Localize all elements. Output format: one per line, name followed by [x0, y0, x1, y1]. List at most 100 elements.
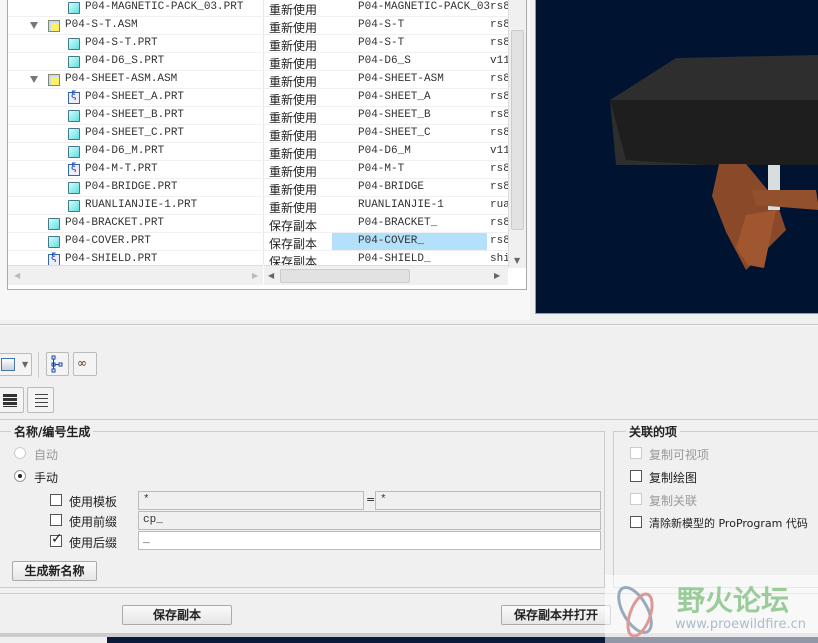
extra-cell: shi — [490, 253, 508, 265]
scroll-left-icon[interactable]: ◀ — [14, 271, 20, 280]
prefix-input[interactable]: cp_ — [138, 511, 601, 530]
extra-cell: rs8 — [490, 19, 508, 31]
new-name-cell[interactable]: P04-D6_M — [358, 145, 411, 157]
tree-row[interactable]: P04-MAGNETIC-PACK_03.PRT 重新使用 P04-MAGNETIC… — [8, 0, 508, 17]
new-name-cell[interactable]: P04-MAGNETIC-PACK_03 — [358, 1, 490, 13]
new-name-cell[interactable]: P04-SHEET_B — [358, 109, 431, 121]
action-cell[interactable]: 重新使用 — [269, 73, 317, 90]
tree-row[interactable]: P04-SHEET_A.PRT 重新使用 P04-SHEET_A rs8 — [8, 89, 508, 107]
display-style-dropdown[interactable]: ▼ — [0, 353, 32, 376]
template-from-input[interactable]: * — [138, 491, 364, 510]
save-copy-button[interactable]: 保存副本 — [122, 605, 232, 625]
tree-row[interactable]: P04-S-T.PRT 重新使用 P04-S-T rs8 — [8, 35, 508, 53]
copy-drawing-checkbox[interactable] — [630, 470, 642, 482]
action-cell[interactable]: 重新使用 — [269, 163, 317, 180]
tree-row[interactable]: P04-COVER.PRT 保存副本 P04-COVER_ rs8 — [8, 233, 508, 251]
tree-row[interactable]: RUANLIANJIE-1.PRT 重新使用 RUANLIANJIE-1 rua — [8, 197, 508, 215]
new-name-cell[interactable]: P04-BRIDGE — [358, 181, 424, 193]
use-suffix-checkbox[interactable]: ✓ — [50, 531, 63, 547]
expand-all-button[interactable] — [0, 387, 24, 413]
use-suffix-label: 使用后缀 — [69, 536, 118, 550]
new-name-cell[interactable]: P04-BRACKET_ — [358, 217, 437, 229]
part-icon — [68, 200, 80, 212]
model-name: P04-COVER.PRT — [65, 235, 151, 247]
suffix-input[interactable]: _ — [138, 531, 601, 550]
tree-row[interactable]: P04-M-T.PRT 重新使用 P04-M-T rs8 — [8, 161, 508, 179]
scroll-down-icon[interactable]: ▼ — [514, 256, 520, 265]
clear-proprogram-checkbox[interactable] — [630, 516, 642, 528]
new-name-cell[interactable]: P04-SHEET_A — [358, 91, 431, 103]
horizontal-scrollbar-right[interactable]: ◀ ▶ — [264, 265, 508, 285]
model-name: RUANLIANJIE-1.PRT — [85, 199, 198, 211]
action-cell[interactable]: 重新使用 — [269, 55, 317, 72]
model-name: P04-SHIELD.PRT — [65, 253, 158, 265]
tree-structure-icon — [51, 355, 63, 373]
generate-new-name-button[interactable]: 生成新名称 — [12, 561, 97, 581]
new-name-cell[interactable]: P04-S-T — [358, 19, 404, 31]
action-cell[interactable]: 重新使用 — [269, 127, 317, 144]
part-icon — [68, 2, 80, 14]
manual-radio[interactable] — [14, 470, 26, 482]
tree-view-button[interactable] — [46, 352, 69, 376]
new-name-cell[interactable]: P04-S-T — [358, 37, 404, 49]
part-icon — [48, 236, 60, 248]
model-name: P04-S-T.PRT — [85, 37, 158, 49]
extra-cell: v11 — [490, 145, 508, 157]
watermark-url: www.proewildfire.cn — [675, 617, 806, 632]
scroll-right-icon[interactable]: ▶ — [252, 271, 258, 280]
action-cell[interactable]: 重新使用 — [269, 91, 317, 108]
tree-row[interactable]: P04-SHEET_B.PRT 重新使用 P04-SHEET_B rs8 — [8, 107, 508, 125]
glasses-button[interactable]: ∞ — [73, 352, 97, 376]
tree-row[interactable]: P04-D6_S.PRT 重新使用 P04-D6_S v11 — [8, 53, 508, 71]
action-cell[interactable]: 重新使用 — [269, 145, 317, 162]
new-name-cell[interactable]: P04-D6_S — [358, 55, 411, 67]
save-copy-and-open-button[interactable]: 保存副本并打开 — [501, 605, 611, 625]
new-name-cell[interactable]: RUANLIANJIE-1 — [358, 199, 444, 211]
expand-triangle-icon[interactable] — [30, 22, 38, 29]
action-cell[interactable]: 重新使用 — [269, 109, 317, 126]
new-name-cell[interactable]: P04-SHEET_C — [358, 127, 431, 139]
extra-cell: rs8 — [490, 37, 508, 49]
horizontal-scrollbar-left[interactable]: ◀ ▶ — [8, 265, 263, 285]
expand-triangle-icon[interactable] — [30, 76, 38, 83]
template-to-input[interactable]: * — [375, 491, 601, 510]
model-name: P04-S-T.ASM — [65, 19, 138, 31]
action-cell[interactable]: 重新使用 — [269, 1, 317, 18]
tree-row[interactable]: P04-SHEET-ASM.ASM 重新使用 P04-SHEET-ASM rs8 — [8, 71, 508, 89]
copy-visible-checkbox[interactable] — [630, 447, 642, 459]
scrollbar-thumb[interactable] — [280, 269, 410, 283]
scrollbar-thumb[interactable] — [511, 30, 524, 230]
model-name: P04-SHEET-ASM.ASM — [65, 73, 178, 85]
extra-cell: rs8 — [490, 163, 508, 175]
new-name-cell[interactable]: P04-COVER_ — [358, 235, 424, 247]
auto-radio[interactable] — [14, 447, 26, 459]
vertical-scrollbar[interactable]: ▼ — [508, 0, 526, 268]
action-cell[interactable]: 重新使用 — [269, 181, 317, 198]
use-prefix-label: 使用前缀 — [69, 515, 118, 529]
model-name: P04-BRACKET.PRT — [65, 217, 165, 229]
new-name-cell[interactable]: P04-SHIELD_ — [358, 253, 431, 265]
new-name-cell[interactable]: P04-M-T — [358, 163, 404, 175]
new-name-cell[interactable]: P04-SHEET-ASM — [358, 73, 444, 85]
action-cell[interactable]: 重新使用 — [269, 199, 317, 216]
tree-row[interactable]: P04-BRACKET.PRT 保存副本 P04-BRACKET_ rs8 — [8, 215, 508, 233]
scroll-right-icon[interactable]: ▶ — [494, 271, 500, 280]
collapse-all-button[interactable] — [27, 387, 54, 413]
auto-label: 自动 — [34, 448, 59, 462]
use-prefix-checkbox[interactable] — [50, 514, 62, 526]
tree-row[interactable]: P04-SHEET_C.PRT 重新使用 P04-SHEET_C rs8 — [8, 125, 508, 143]
use-template-checkbox[interactable] — [50, 494, 62, 506]
action-cell[interactable]: 保存副本 — [269, 235, 317, 252]
tree-row[interactable]: P04-BRIDGE.PRT 重新使用 P04-BRIDGE rs8 — [8, 179, 508, 197]
scroll-left-icon[interactable]: ◀ — [268, 271, 274, 280]
tree-row[interactable]: P04-S-T.ASM 重新使用 P04-S-T rs8 — [8, 17, 508, 35]
sheetmetal-part-icon — [68, 162, 80, 176]
action-cell[interactable]: 重新使用 — [269, 37, 317, 54]
3d-model-viewport[interactable] — [535, 0, 818, 314]
action-cell[interactable]: 重新使用 — [269, 19, 317, 36]
action-cell[interactable]: 保存副本 — [269, 217, 317, 234]
model-preview-graphic — [610, 55, 818, 270]
part-icon — [68, 38, 80, 50]
copy-relations-checkbox[interactable] — [630, 493, 642, 505]
tree-row[interactable]: P04-D6_M.PRT 重新使用 P04-D6_M v11 — [8, 143, 508, 161]
